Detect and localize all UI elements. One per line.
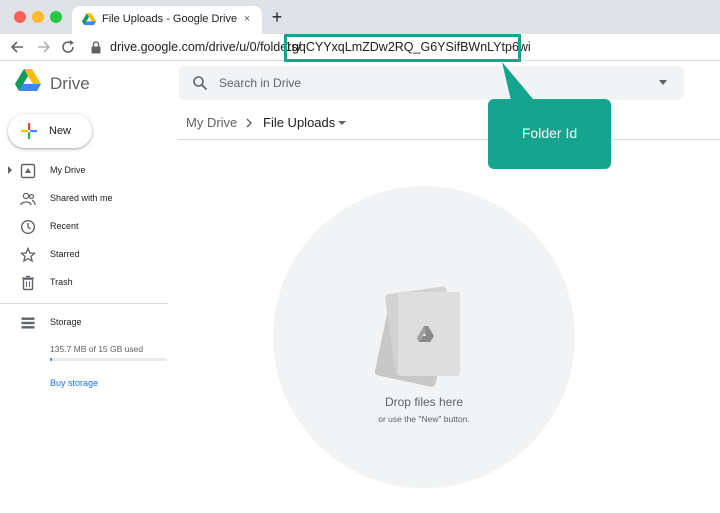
plus-icon bbox=[21, 123, 37, 139]
drop-files-title: Drop files here bbox=[384, 395, 464, 409]
my-drive-icon bbox=[20, 163, 36, 179]
sidebar-item-label: Recent bbox=[50, 221, 79, 231]
sidebar-item-label: My Drive bbox=[50, 165, 86, 175]
lock-icon bbox=[91, 41, 101, 54]
tab-close-icon[interactable]: × bbox=[239, 11, 255, 27]
storage-used-text: 135.7 MB of 15 GB used bbox=[50, 344, 144, 354]
search-input[interactable] bbox=[219, 66, 639, 100]
new-button-label: New bbox=[49, 125, 72, 137]
folder-id-highlight-box bbox=[284, 34, 521, 62]
sidebar-item-label: Starred bbox=[50, 249, 80, 259]
shared-with-me-icon bbox=[20, 192, 36, 206]
sidebar-item-my-drive[interactable]: My Drive bbox=[0, 159, 170, 183]
folder-id-callout: Folder Id bbox=[488, 99, 611, 169]
drop-files-illustration-icon bbox=[374, 286, 460, 387]
screenshot-root: File Uploads - Google Drive × + drive.go… bbox=[0, 0, 720, 513]
expand-arrow-icon[interactable] bbox=[8, 166, 12, 174]
clock-icon bbox=[20, 219, 36, 235]
search-bar[interactable] bbox=[179, 66, 684, 100]
sidebar-item-label: Storage bbox=[50, 317, 82, 327]
buy-storage-link[interactable]: Buy storage bbox=[50, 378, 98, 388]
reload-icon[interactable] bbox=[58, 37, 78, 57]
storage-icon bbox=[21, 317, 35, 329]
folder-menu-dropdown-icon[interactable] bbox=[338, 121, 346, 125]
sidebar-divider bbox=[0, 303, 168, 304]
sidebar-item-trash[interactable]: Trash bbox=[0, 271, 170, 295]
callout-label: Folder Id bbox=[521, 125, 578, 141]
storage-progress-bar bbox=[50, 358, 167, 361]
sidebar-item-label: Shared with me bbox=[50, 193, 113, 203]
minimize-window-button[interactable] bbox=[32, 11, 44, 23]
drop-files-subtitle: or use the "New" button. bbox=[378, 414, 470, 424]
main-divider bbox=[178, 139, 720, 140]
google-drive-favicon-icon bbox=[82, 13, 96, 26]
chevron-right-icon bbox=[246, 118, 252, 128]
new-tab-button[interactable]: + bbox=[268, 8, 286, 26]
close-window-button[interactable] bbox=[14, 11, 26, 23]
sidebar-item-shared-with-me[interactable]: Shared with me bbox=[0, 187, 170, 211]
browser-tab-bar: File Uploads - Google Drive × + bbox=[0, 0, 720, 34]
drive-header: Drive bbox=[0, 62, 720, 106]
breadcrumb-my-drive[interactable]: My Drive bbox=[186, 115, 237, 130]
sidebar-item-label: Trash bbox=[50, 277, 73, 287]
storage-progress-fill bbox=[50, 358, 52, 361]
maximize-window-button[interactable] bbox=[50, 11, 62, 23]
search-icon[interactable] bbox=[192, 75, 208, 91]
product-name: Drive bbox=[50, 74, 90, 93]
new-button[interactable]: New bbox=[8, 114, 92, 148]
tab-title: File Uploads - Google Drive bbox=[102, 13, 238, 25]
search-options-dropdown-icon[interactable] bbox=[659, 80, 667, 85]
sidebar-item-storage[interactable]: Storage bbox=[0, 311, 170, 335]
browser-tab[interactable]: File Uploads - Google Drive × bbox=[72, 6, 262, 34]
sidebar-item-recent[interactable]: Recent bbox=[0, 215, 170, 239]
breadcrumb-current-folder[interactable]: File Uploads bbox=[263, 115, 335, 130]
google-drive-logo-icon[interactable] bbox=[15, 69, 41, 92]
trash-icon bbox=[22, 275, 34, 291]
url-text: drive.google.com/drive/u/0/folders/ bbox=[110, 40, 302, 54]
forward-arrow-icon[interactable] bbox=[33, 37, 53, 57]
back-arrow-icon[interactable] bbox=[8, 37, 28, 57]
star-icon bbox=[20, 247, 36, 263]
sidebar-item-starred[interactable]: Starred bbox=[0, 243, 170, 267]
